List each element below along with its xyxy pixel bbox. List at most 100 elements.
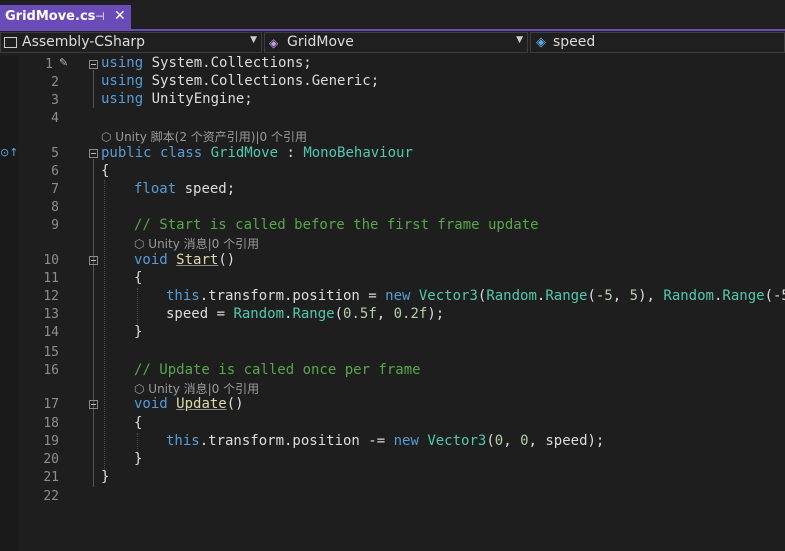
class-label: GridMove — [287, 34, 354, 50]
line-number: 12 — [43, 289, 59, 304]
keyword: new — [385, 288, 411, 304]
line-number: 4 — [51, 111, 59, 126]
code-line: { — [134, 415, 143, 431]
code-text: () — [226, 396, 244, 412]
project-label: Assembly-CSharp — [22, 34, 146, 50]
keyword: using — [101, 73, 144, 89]
code-line: } — [134, 451, 143, 467]
project-dropdown[interactable]: Assembly-CSharp ▼ — [0, 32, 262, 53]
project-icon — [4, 37, 17, 48]
outline-line — [93, 70, 94, 108]
line-number: 9 — [51, 218, 59, 233]
code-text: ( — [334, 306, 344, 322]
collapse-toggle[interactable] — [89, 256, 98, 265]
code-line: void Update() — [134, 396, 244, 412]
member-label: speed — [553, 34, 596, 50]
code-line: { — [134, 270, 143, 286]
line-number: 13 — [43, 307, 59, 322]
codelens-text: Unity 脚本(2 个资产引用)|0 个引用 — [115, 130, 307, 144]
keyword: using — [101, 55, 144, 71]
comment-line: // Start is called before the first fram… — [134, 217, 539, 233]
code-line: { — [101, 163, 110, 179]
navigation-bar: Assembly-CSharp ▼ ◈ GridMove ▼ ◈ speed — [0, 31, 785, 54]
class-icon: ◈ — [269, 36, 279, 50]
method-name: Update — [176, 396, 227, 412]
line-number: 21 — [43, 470, 59, 485]
code-line: public class GridMove : MonoBehaviour — [101, 145, 413, 161]
code-line: float speed; — [134, 181, 235, 197]
inheritance-icon[interactable]: ⊙↑ — [0, 146, 18, 159]
pin-icon[interactable]: ⊣ — [95, 10, 105, 23]
type-name: Vector3 — [418, 433, 487, 449]
line-number: 11 — [43, 271, 59, 286]
outline-line — [93, 410, 94, 466]
code-line: void Start() — [134, 252, 235, 268]
number: 5 — [604, 288, 613, 304]
codelens-references[interactable]: ⬡ Unity 脚本(2 个资产引用)|0 个引用 — [101, 128, 307, 145]
keyword: void — [134, 252, 168, 268]
collapse-toggle[interactable] — [89, 400, 98, 409]
class-dropdown[interactable]: ◈ GridMove ▼ — [264, 32, 528, 53]
field-icon: ◈ — [536, 35, 546, 50]
quick-actions-icon[interactable]: ✎ — [59, 56, 68, 69]
keyword: this — [166, 288, 200, 304]
tab-gridmove[interactable]: GridMove.cs ⊣ ✕ — [0, 5, 131, 30]
code-text: System.Collections.Generic; — [143, 73, 380, 89]
line-number: 8 — [51, 200, 59, 215]
code-text: .transform.position -= — [199, 433, 394, 449]
keyword: class — [151, 145, 203, 161]
line-number: 17 — [43, 397, 59, 412]
comment-line: // Update is called once per frame — [134, 362, 421, 378]
code-line: } — [101, 469, 110, 485]
line-number: 6 — [51, 164, 59, 179]
code-text: , — [503, 433, 521, 449]
code-text: , — [376, 306, 394, 322]
codelens-text: Unity 消息|0 个引用 — [148, 382, 260, 396]
method-name: Start — [176, 252, 219, 268]
codelens-references[interactable]: ⬡ Unity 消息|0 个引用 — [134, 235, 259, 252]
line-number: 14 — [43, 325, 59, 340]
editor-margin — [0, 56, 18, 551]
number: 0.2f — [393, 306, 428, 322]
unity-icon: ⬡ — [134, 237, 149, 251]
code-line: using System.Collections; — [101, 55, 312, 71]
codelens-references[interactable]: ⬡ Unity 消息|0 个引用 — [134, 380, 259, 397]
type-name: Random — [486, 288, 537, 304]
number: 5 — [629, 288, 639, 304]
unity-icon: ⬡ — [101, 130, 116, 144]
code-text: , speed); — [528, 433, 605, 449]
indent-guide — [104, 180, 105, 480]
line-number: 7 — [51, 182, 59, 197]
code-text: .transform.position = — [199, 288, 386, 304]
type-name: Random — [663, 288, 714, 304]
chevron-down-icon: ▼ — [250, 35, 257, 45]
chevron-down-icon: ▼ — [516, 35, 523, 45]
code-text: (-5, — [764, 288, 785, 304]
code-text: : — [278, 145, 304, 161]
line-number: 3 — [51, 93, 59, 108]
number: 0 — [520, 433, 529, 449]
line-number: 2 — [51, 75, 59, 90]
line-number: 15 — [43, 345, 59, 360]
member-dropdown[interactable]: ◈ speed — [530, 32, 785, 53]
keyword: this — [166, 433, 200, 449]
line-number: 16 — [43, 363, 59, 378]
collapse-toggle[interactable] — [89, 149, 98, 158]
close-icon[interactable]: ✕ — [114, 8, 126, 24]
type-name: Random — [233, 306, 285, 322]
line-number: 5 — [51, 146, 59, 161]
line-number: 1 — [45, 57, 53, 72]
tab-strip: GridMove.cs ⊣ ✕ — [0, 0, 785, 31]
code-line: this.transform.position -= new Vector3(0… — [166, 433, 604, 449]
code-text: (- — [587, 288, 605, 304]
keyword: public — [101, 145, 152, 161]
line-number: 19 — [43, 434, 59, 449]
unity-icon: ⬡ — [134, 382, 149, 396]
collapse-toggle[interactable] — [89, 60, 98, 69]
code-text: System.Collections; — [143, 55, 312, 71]
method-name: Range — [545, 288, 588, 304]
code-line: using System.Collections.Generic; — [101, 73, 379, 89]
type-name: GridMove — [202, 145, 279, 161]
codelens-text: Unity 消息|0 个引用 — [148, 237, 260, 251]
code-text: speed = — [166, 306, 234, 322]
